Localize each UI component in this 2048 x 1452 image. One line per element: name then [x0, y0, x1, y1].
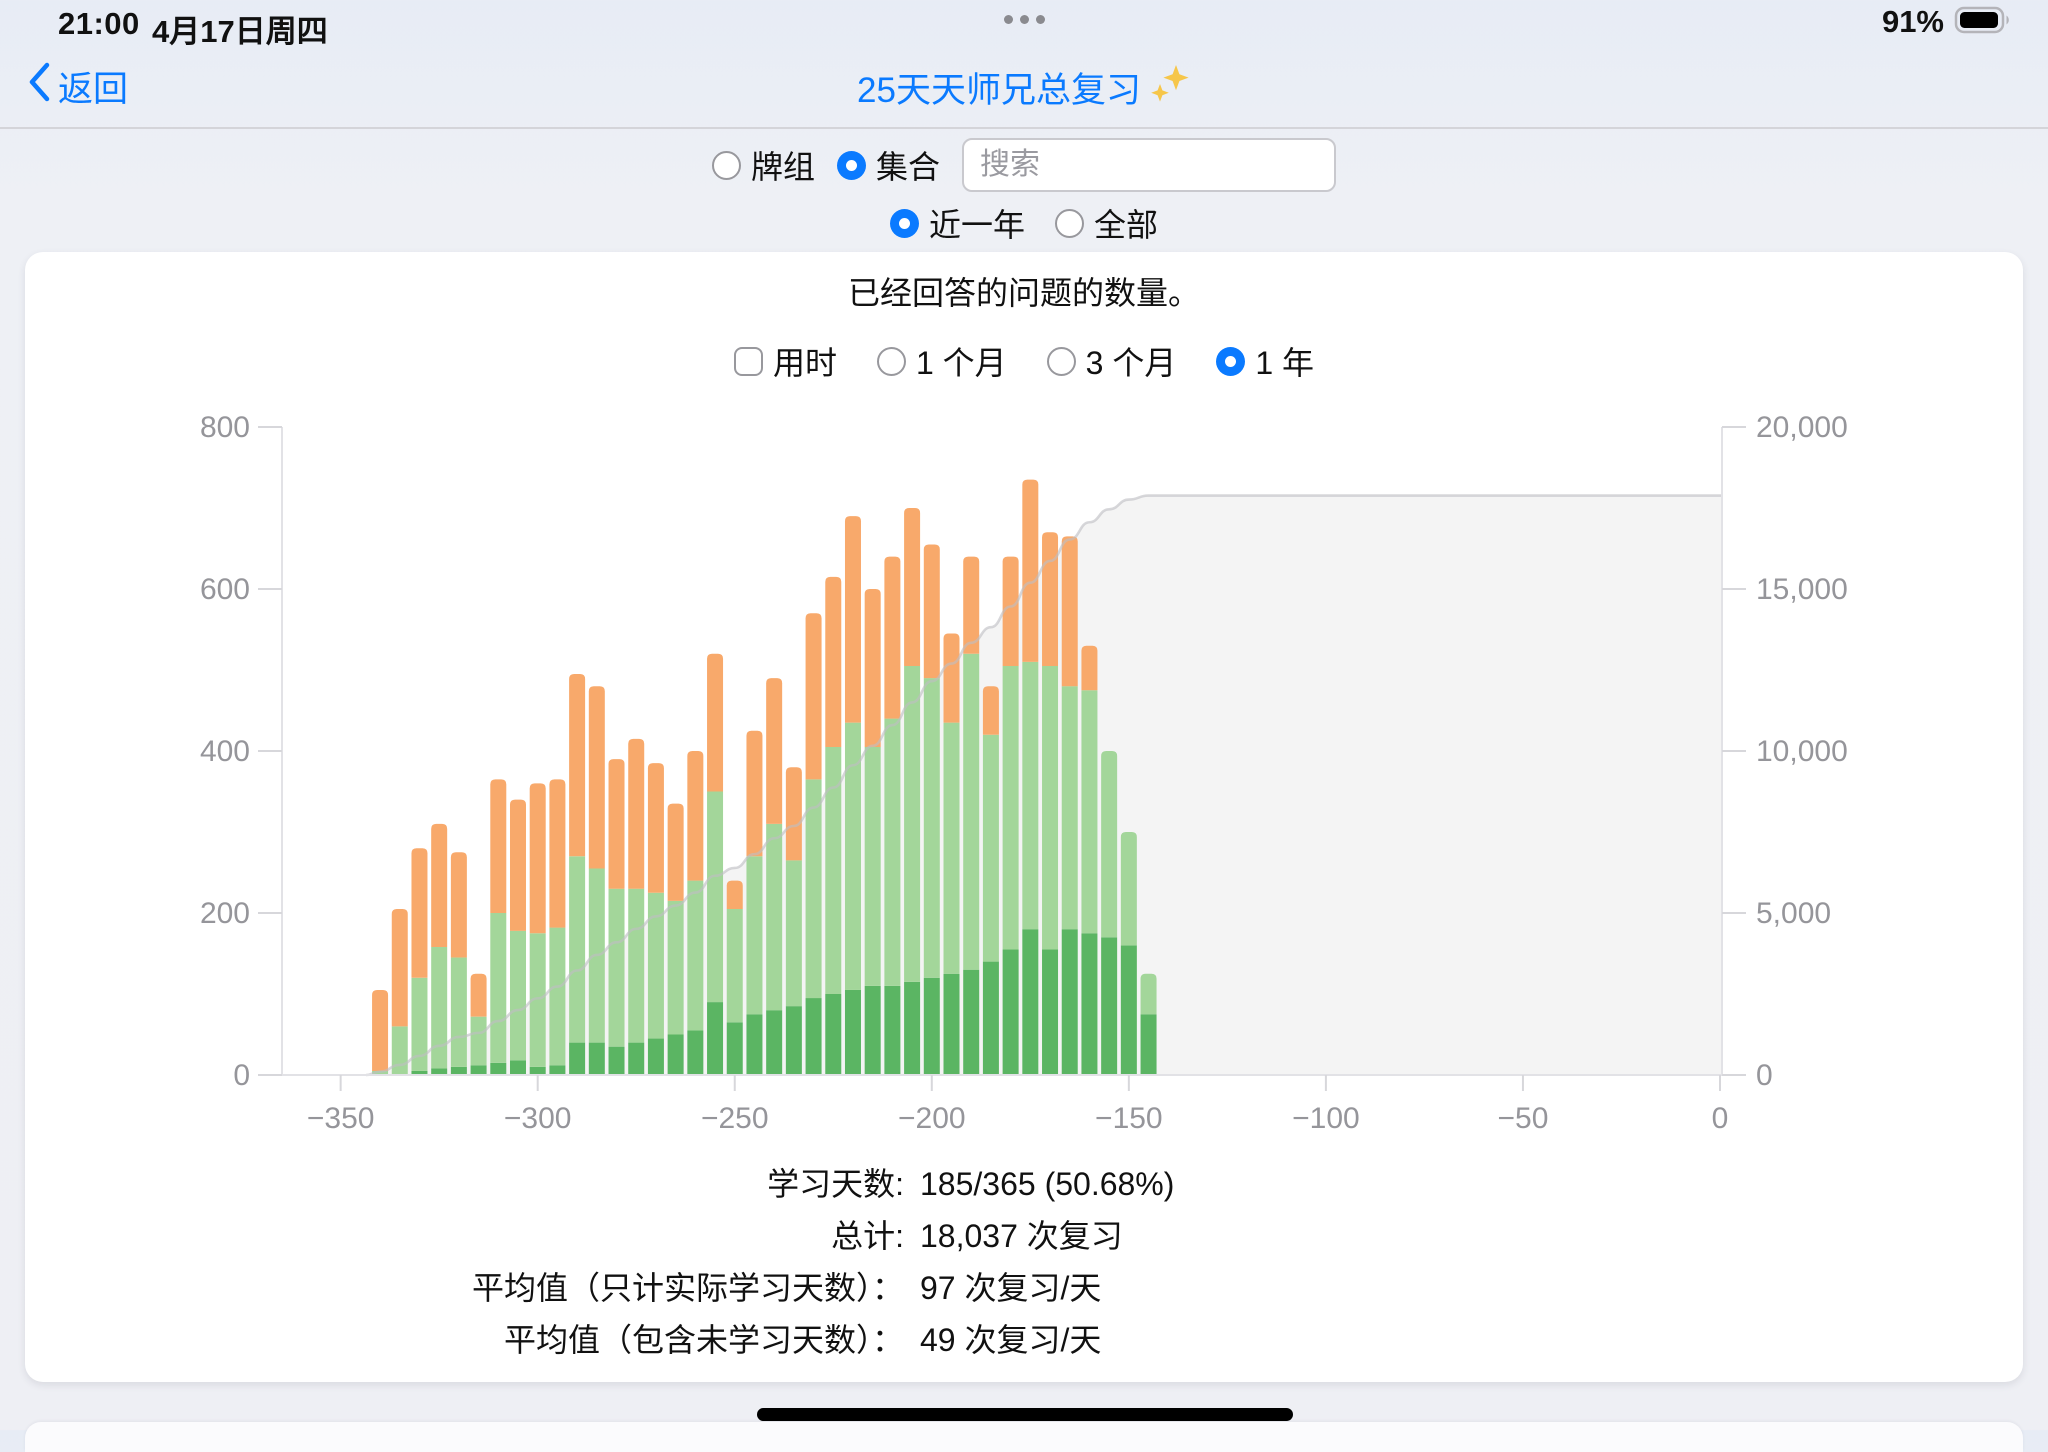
- battery-icon: [1954, 5, 2012, 40]
- stat-value: 49 次复习/天: [920, 1314, 2048, 1366]
- radio-selected-icon: [837, 151, 866, 180]
- chart-controls-row: 用时 1 个月 3 个月 1 年: [0, 338, 2048, 384]
- radio-1-year[interactable]: 1 年: [1216, 338, 1314, 384]
- checkbox-icon: [734, 347, 763, 376]
- radio-selected-icon: [890, 209, 919, 238]
- next-section-card: [25, 1422, 2023, 1452]
- page-title: 25天天师兄总复习: [0, 62, 2048, 113]
- chart-title: 已经回答的问题的数量。: [0, 268, 2048, 314]
- radio-circle-icon: [712, 151, 741, 180]
- range-filter-row: 近一年 全部: [0, 200, 2048, 246]
- radio-circle-icon: [877, 347, 906, 376]
- radio-all-history[interactable]: 全部: [1055, 200, 1158, 246]
- stats-block: 学习天数: 185/365 (50.68%) 总计: 18,037 次复习平均值（只计…: [0, 1158, 2048, 1366]
- stat-label: 平均值（包含未学习天数）：: [0, 1314, 904, 1366]
- scope-filter-row: 牌组 集合: [0, 138, 2048, 192]
- radio-last-year[interactable]: 近一年: [890, 200, 1025, 246]
- status-time: 21:00: [58, 6, 140, 42]
- stat-label: 总计:: [0, 1210, 904, 1262]
- divider: [0, 127, 2048, 129]
- stat-label: 平均值（只计实际学习天数）：: [0, 1262, 904, 1314]
- stat-value: 18,037 次复习: [920, 1210, 2048, 1262]
- radio-3-months[interactable]: 3 个月: [1047, 338, 1177, 384]
- radio-1-month[interactable]: 1 个月: [877, 338, 1007, 384]
- status-date: 4月17日周四: [152, 6, 328, 51]
- radio-collection[interactable]: 集合: [837, 142, 940, 188]
- radio-selected-icon: [1216, 347, 1245, 376]
- radio-circle-icon: [1047, 347, 1076, 376]
- home-indicator: [757, 1408, 1293, 1421]
- stat-value: 97 次复习/天: [920, 1262, 2048, 1314]
- stat-label: 学习天数:: [0, 1158, 904, 1210]
- search-input[interactable]: [962, 138, 1336, 192]
- radio-circle-icon: [1055, 209, 1084, 238]
- multitask-dots-icon[interactable]: [1004, 15, 1045, 24]
- battery-percent: 91%: [1882, 4, 1944, 40]
- battery-status: 91%: [1882, 4, 2012, 40]
- stat-value: 185/365 (50.68%): [920, 1158, 2048, 1210]
- time-checkbox[interactable]: 用时: [734, 338, 837, 384]
- sparkles-icon: [1149, 62, 1191, 113]
- radio-decks[interactable]: 牌组: [712, 142, 815, 188]
